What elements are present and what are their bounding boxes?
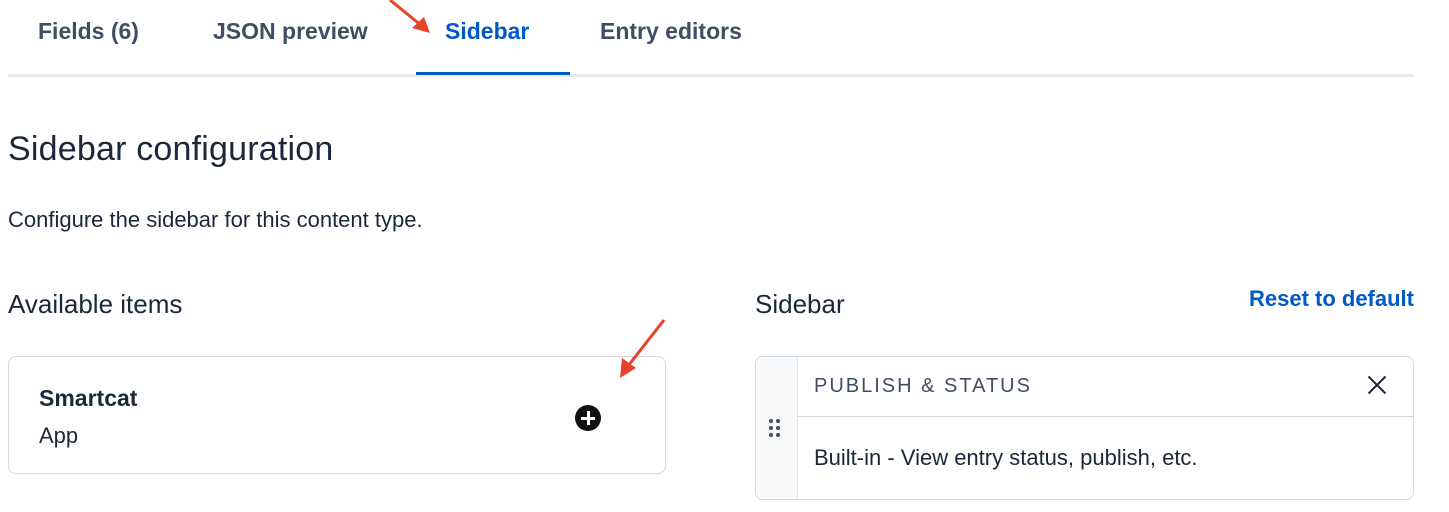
sidebar-item-card: PUBLISH & STATUS Built-in - View entry s… xyxy=(755,356,1414,500)
drag-handle[interactable] xyxy=(756,357,798,499)
reset-to-default-link[interactable]: Reset to default xyxy=(1249,286,1414,312)
active-tab-indicator xyxy=(416,72,570,75)
page-description: Configure the sidebar for this content t… xyxy=(8,207,423,232)
tab-sidebar[interactable]: Sidebar xyxy=(445,18,529,45)
tab-json-preview[interactable]: JSON preview xyxy=(213,18,368,45)
sidebar-heading: Sidebar xyxy=(755,289,845,319)
sidebar-item-title: PUBLISH & STATUS xyxy=(814,375,1032,397)
available-item-card: Smartcat App xyxy=(8,356,666,474)
annotation-arrow-tab xyxy=(389,0,430,33)
plus-circle-icon[interactable] xyxy=(575,405,601,431)
close-icon[interactable] xyxy=(1363,371,1391,399)
annotation-arrow-add xyxy=(620,319,666,378)
sidebar-item-description: Built-in - View entry status, publish, e… xyxy=(814,445,1198,470)
tab-bar: Fields (6) JSON preview Sidebar Entry ed… xyxy=(8,0,1414,77)
page-title: Sidebar configuration xyxy=(8,130,334,168)
tab-entry-editors[interactable]: Entry editors xyxy=(600,18,742,45)
available-items-heading: Available items xyxy=(8,289,183,319)
drag-dots-icon xyxy=(769,419,781,437)
tab-fields[interactable]: Fields (6) xyxy=(38,18,139,45)
sidebar-item-header: PUBLISH & STATUS xyxy=(798,357,1413,417)
available-item-name: Smartcat xyxy=(39,385,138,411)
available-item-type: App xyxy=(39,423,79,448)
